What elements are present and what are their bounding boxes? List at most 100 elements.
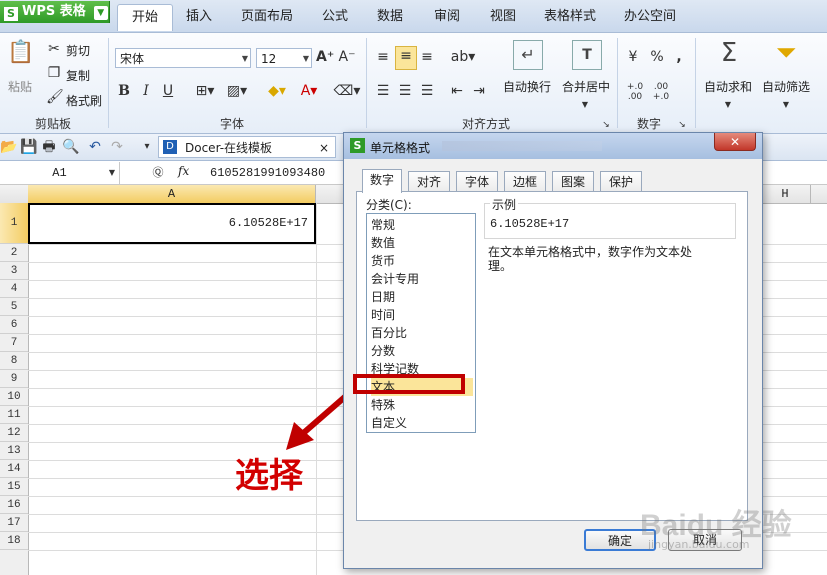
wps-menu-button[interactable]: S WPS 表格 ▼ [0,1,110,23]
bold-icon[interactable]: B [116,82,132,100]
category-item-special[interactable]: 特殊 [371,396,473,414]
category-item-date[interactable]: 日期 [371,288,473,306]
fill-pattern-icon[interactable]: ▨▾ [222,82,252,100]
tab-formula[interactable]: 公式 [314,4,356,30]
chevron-down-icon[interactable]: ▼ [780,96,792,114]
formula-content[interactable]: 6105281991093480 [210,166,325,180]
row-header-8[interactable]: 8 [0,352,28,370]
redo-icon[interactable]: ↷ [108,138,126,156]
increase-indent-icon[interactable]: ⇥ [470,82,488,100]
row-header-18[interactable]: 18 [0,532,28,550]
align-bottom-icon[interactable]: ≡ [418,48,436,66]
category-item-accounting[interactable]: 会计专用 [371,270,473,288]
row-header-4[interactable]: 4 [0,280,28,298]
cut-icon[interactable]: ✂ [46,40,62,58]
increase-decimal-icon[interactable]: +.0.00 [624,82,646,102]
orientation-icon[interactable]: ab▾ [448,48,478,66]
category-item-general[interactable]: 常规 [371,216,473,234]
row-header-9[interactable]: 9 [0,370,28,388]
row-header-14[interactable]: 14 [0,460,28,478]
dialog-tab-font[interactable]: 字体 [456,171,498,191]
format-painter-icon[interactable]: 🖌 [46,88,64,106]
percent-icon[interactable]: % [648,48,666,66]
font-name-select[interactable]: 宋体 ▼ [115,48,251,68]
tab-review[interactable]: 审阅 [426,4,468,30]
row-header-1[interactable]: 1 [0,203,28,244]
merge-center-icon[interactable]: T [572,40,602,70]
row-header-6[interactable]: 6 [0,316,28,334]
autofilter-button[interactable]: 自动筛选 [762,78,810,95]
cut-button[interactable]: 剪切 [66,42,90,59]
autosum-button[interactable]: 自动求和 [704,78,752,95]
fill-color-icon[interactable]: ◆▾ [262,82,292,100]
dialog-tab-pattern[interactable]: 图案 [552,171,594,191]
currency-format-icon[interactable]: ¥ [624,48,642,66]
comma-style-icon[interactable]: , [672,48,686,66]
paste-button[interactable]: 粘贴 [8,78,32,95]
decrease-indent-icon[interactable]: ⇤ [448,82,466,100]
tab-office-space[interactable]: 办公空间 [617,4,683,30]
document-tab[interactable]: D Docer-在线模板 × [158,136,336,158]
category-item-currency[interactable]: 货币 [371,252,473,270]
chevron-down-icon[interactable]: ▼ [722,96,734,114]
wrap-text-icon[interactable]: ↵ [513,40,543,70]
increase-font-icon[interactable]: A⁺ [316,48,334,66]
align-left-icon[interactable]: ☰ [374,82,392,100]
cell-a1[interactable]: 6.10528E+17 [28,203,316,244]
font-color-icon[interactable]: A▾ [294,82,324,100]
tab-table-style[interactable]: 表格样式 [539,4,601,30]
undo-icon[interactable]: ↶ [86,138,104,156]
close-button[interactable]: ✕ [714,133,756,151]
close-icon[interactable]: × [319,137,329,159]
category-item-custom[interactable]: 自定义 [371,414,473,432]
open-folder-icon[interactable]: 📂 [0,138,18,156]
column-header-h[interactable]: H [760,185,810,203]
category-list[interactable]: 常规 数值 货币 会计专用 日期 时间 百分比 分数 科学记数 文本 特殊 自定… [366,213,476,433]
print-preview-icon[interactable]: 🔍 [62,138,80,156]
decrease-decimal-icon[interactable]: .00 +.0 [650,82,672,102]
format-painter-button[interactable]: 格式刷 [66,92,102,109]
autofilter-icon[interactable]: ⏷ [770,38,802,69]
category-item-number[interactable]: 数值 [371,234,473,252]
align-middle-icon[interactable]: ≡ [395,46,417,70]
function-icon[interactable]: fx [178,164,189,178]
copy-button[interactable]: 复制 [66,67,90,84]
chevron-down-icon[interactable]: ▼ [578,96,592,114]
italic-icon[interactable]: I [138,82,154,100]
category-item-fraction[interactable]: 分数 [371,342,473,360]
row-header-2[interactable]: 2 [0,244,28,262]
font-size-select[interactable]: 12 ▼ [256,48,312,68]
tab-insert[interactable]: 插入 [176,4,222,30]
align-right-icon[interactable]: ☰ [418,82,436,100]
dialog-tab-protection[interactable]: 保护 [600,171,642,191]
align-center-icon[interactable]: ☰ [396,82,414,100]
chevron-down-icon[interactable]: ▼ [106,164,118,182]
name-box[interactable]: A1 [0,162,120,184]
tab-data[interactable]: 数据 [369,4,411,30]
category-item-time[interactable]: 时间 [371,306,473,324]
dialog-tab-alignment[interactable]: 对齐 [408,171,450,191]
wrap-text-button[interactable]: 自动换行 [503,78,551,95]
decrease-font-icon[interactable]: A⁻ [338,48,356,66]
copy-icon[interactable]: ❐ [46,64,62,82]
autosum-icon[interactable]: Σ [714,38,744,68]
category-item-percentage[interactable]: 百分比 [371,324,473,342]
dialog-tab-border[interactable]: 边框 [504,171,546,191]
row-header-12[interactable]: 12 [0,424,28,442]
row-header-17[interactable]: 17 [0,514,28,532]
align-top-icon[interactable]: ≡ [374,48,392,66]
tab-home[interactable]: 开始 [117,4,173,31]
row-header-11[interactable]: 11 [0,406,28,424]
save-icon[interactable]: 💾 [20,138,38,156]
row-header-10[interactable]: 10 [0,388,28,406]
zoom-formula-icon[interactable]: Ⓠ [150,164,166,182]
row-header-13[interactable]: 13 [0,442,28,460]
customize-toolbar-icon[interactable]: ▾ [140,138,154,156]
row-header-15[interactable]: 15 [0,478,28,496]
row-header-7[interactable]: 7 [0,334,28,352]
paste-icon[interactable]: 📋 [6,40,36,74]
dialog-tab-number[interactable]: 数字 [362,169,402,193]
clear-format-icon[interactable]: ⌫▾ [332,82,362,100]
merge-center-button[interactable]: 合并居中 [562,78,610,95]
border-icon[interactable]: ⊞▾ [190,82,220,100]
